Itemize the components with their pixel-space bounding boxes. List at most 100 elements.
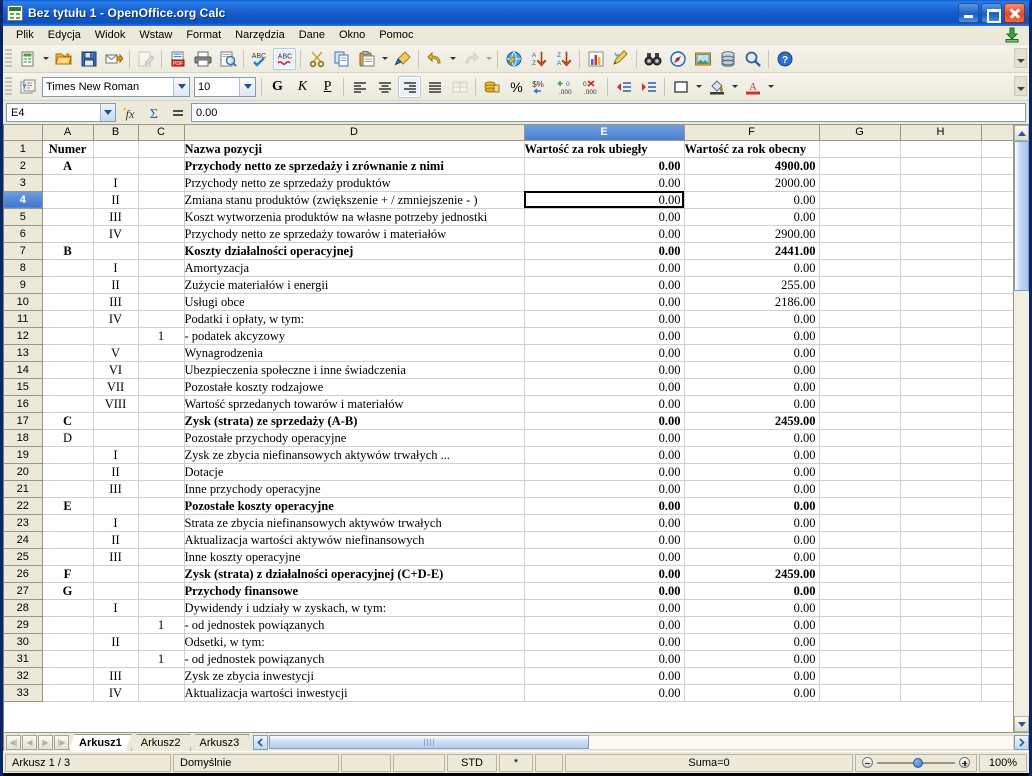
cell-blank-5[interactable] xyxy=(981,208,1013,226)
cell-H23[interactable] xyxy=(900,514,982,532)
column-header-e[interactable]: E xyxy=(524,125,685,141)
cell-F32[interactable]: 0.00 xyxy=(684,667,820,685)
cell-C19[interactable] xyxy=(138,446,185,464)
status-selection-mode[interactable]: STD xyxy=(447,753,497,772)
font-name-chevron-down-icon[interactable] xyxy=(173,77,189,96)
cell-B22[interactable] xyxy=(93,497,139,515)
cell-D29[interactable]: - od jednostek powiązanych xyxy=(184,616,525,634)
cell-blank-20[interactable] xyxy=(981,463,1013,481)
cell-C31[interactable]: 1 xyxy=(138,650,185,668)
cell-blank-2[interactable] xyxy=(981,157,1013,175)
cell-E12[interactable]: 0.00 xyxy=(524,327,685,345)
column-header-g[interactable]: G xyxy=(819,125,901,141)
cell-F19[interactable]: 0.00 xyxy=(684,446,820,464)
font-color-button[interactable]: A xyxy=(741,76,764,98)
undo-button[interactable] xyxy=(423,48,446,70)
cell-B24[interactable]: II xyxy=(93,531,139,549)
cell-C8[interactable] xyxy=(138,259,185,277)
row-header-5[interactable]: 5 xyxy=(4,208,43,226)
row-header-28[interactable]: 28 xyxy=(4,599,43,617)
zoom-button[interactable] xyxy=(741,48,764,70)
cell-G2[interactable] xyxy=(819,157,901,175)
cell-blank-16[interactable] xyxy=(981,395,1013,413)
scroll-down-button[interactable] xyxy=(1014,716,1029,732)
cell-F10[interactable]: 2186.00 xyxy=(684,293,820,311)
copy-button[interactable] xyxy=(330,48,353,70)
formula-input-line[interactable]: 0.00 xyxy=(191,103,1026,122)
cell-A28[interactable] xyxy=(42,599,94,617)
cell-F9[interactable]: 255.00 xyxy=(684,276,820,294)
cell-C26[interactable] xyxy=(138,565,185,583)
cell-B3[interactable]: I xyxy=(93,174,139,192)
increase-indent-button[interactable] xyxy=(637,76,660,98)
cell-E30[interactable]: 0.00 xyxy=(524,633,685,651)
cell-G6[interactable] xyxy=(819,225,901,243)
go-last-sheet-button[interactable]: |▶ xyxy=(54,734,69,750)
borders-dropdown-arrow[interactable] xyxy=(693,76,704,98)
cell-A27[interactable]: G xyxy=(42,582,94,600)
cell-blank-26[interactable] xyxy=(981,565,1013,583)
cell-A21[interactable] xyxy=(42,480,94,498)
row-header-14[interactable]: 14 xyxy=(4,361,43,379)
formatting-toolbar-grip[interactable] xyxy=(5,76,12,97)
cell-D9[interactable]: Zużycie materiałów i energii xyxy=(184,276,525,294)
cell-H33[interactable] xyxy=(900,684,982,702)
cell-C1[interactable] xyxy=(138,140,185,158)
sheet-tab-arkusz2[interactable]: Arkusz2 xyxy=(131,734,191,751)
cell-A31[interactable] xyxy=(42,650,94,668)
cell-G18[interactable] xyxy=(819,429,901,447)
download-arrow-icon[interactable] xyxy=(1003,27,1021,43)
cell-A5[interactable] xyxy=(42,208,94,226)
cell-A17[interactable]: C xyxy=(42,412,94,430)
menu-wstaw[interactable]: Wstaw xyxy=(132,28,179,42)
cell-A19[interactable] xyxy=(42,446,94,464)
sheet-tab-arkusz3[interactable]: Arkusz3 xyxy=(190,734,250,751)
cell-B32[interactable]: III xyxy=(93,667,139,685)
cell-H30[interactable] xyxy=(900,633,982,651)
cell-B30[interactable]: II xyxy=(93,633,139,651)
row-header-9[interactable]: 9 xyxy=(4,276,43,294)
go-next-sheet-button[interactable]: ▶ xyxy=(38,734,53,750)
cell-A33[interactable] xyxy=(42,684,94,702)
cell-C11[interactable] xyxy=(138,310,185,328)
cell-B8[interactable]: I xyxy=(93,259,139,277)
zoom-in-icon[interactable] xyxy=(959,757,970,768)
cell-D27[interactable]: Przychody finansowe xyxy=(184,582,525,600)
cell-D10[interactable]: Usługi obce xyxy=(184,293,525,311)
column-header-d[interactable]: D xyxy=(184,125,525,141)
row-header-1[interactable]: 1 xyxy=(4,140,43,158)
row-header-31[interactable]: 31 xyxy=(4,650,43,668)
cell-F28[interactable]: 0.00 xyxy=(684,599,820,617)
cell-H3[interactable] xyxy=(900,174,982,192)
cell-E4[interactable]: 0.00 xyxy=(524,191,685,209)
vertical-scroll-thumb[interactable] xyxy=(1014,141,1029,291)
font-size-combo[interactable]: 10 xyxy=(194,76,256,97)
cell-C5[interactable] xyxy=(138,208,185,226)
cell-blank-4[interactable] xyxy=(981,191,1013,209)
row-header-20[interactable]: 20 xyxy=(4,463,43,481)
cell-G3[interactable] xyxy=(819,174,901,192)
cell-E6[interactable]: 0.00 xyxy=(524,225,685,243)
go-previous-sheet-button[interactable]: ◀ xyxy=(22,734,37,750)
cell-B33[interactable]: IV xyxy=(93,684,139,702)
clone-formatting-button[interactable] xyxy=(391,48,414,70)
data-sources-button[interactable] xyxy=(716,48,739,70)
cell-F4[interactable]: 0.00 xyxy=(684,191,820,209)
cell-H9[interactable] xyxy=(900,276,982,294)
cell-B17[interactable] xyxy=(93,412,139,430)
cell-blank-23[interactable] xyxy=(981,514,1013,532)
cell-E21[interactable]: 0.00 xyxy=(524,480,685,498)
cell-E1[interactable]: Wartość za rok ubiegły xyxy=(524,140,685,158)
cell-E32[interactable]: 0.00 xyxy=(524,667,685,685)
cell-E27[interactable]: 0.00 xyxy=(524,582,685,600)
sheet-tab-arkusz1[interactable]: Arkusz1 xyxy=(69,734,132,751)
cell-A12[interactable] xyxy=(42,327,94,345)
cell-F20[interactable]: 0.00 xyxy=(684,463,820,481)
cell-B16[interactable]: VIII xyxy=(93,395,139,413)
gallery-button[interactable] xyxy=(691,48,714,70)
decrease-indent-button[interactable] xyxy=(612,76,635,98)
cell-B23[interactable]: I xyxy=(93,514,139,532)
cell-A8[interactable] xyxy=(42,259,94,277)
cell-F25[interactable]: 0.00 xyxy=(684,548,820,566)
cell-B9[interactable]: II xyxy=(93,276,139,294)
